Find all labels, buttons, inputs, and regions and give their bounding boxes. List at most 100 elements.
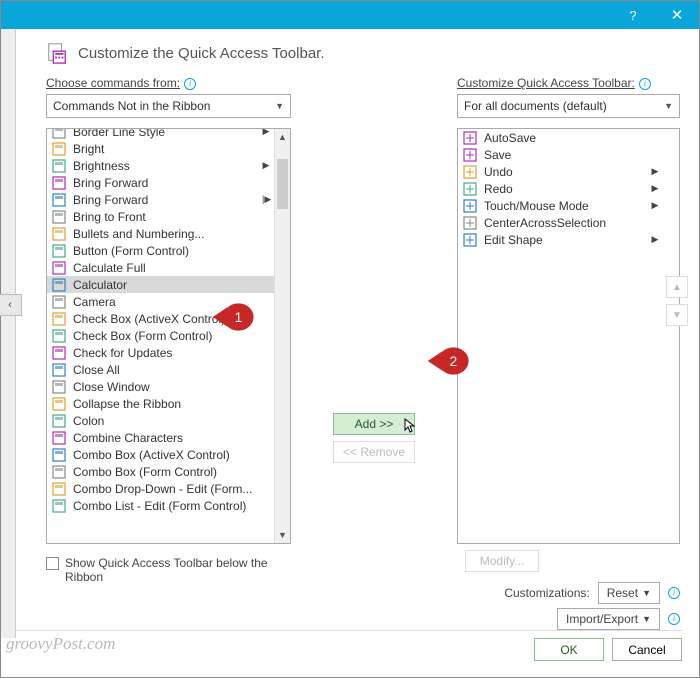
- list-item[interactable]: AutoSave: [458, 129, 663, 146]
- list-item-label: CenterAcrossSelection: [484, 216, 645, 230]
- command-icon: [51, 430, 67, 446]
- command-icon: [51, 464, 67, 480]
- cursor-icon: [404, 418, 418, 437]
- command-icon: [462, 130, 478, 146]
- chevron-down-icon: ▼: [664, 101, 673, 111]
- add-button[interactable]: Add >>: [333, 413, 415, 435]
- list-item[interactable]: Undo▶: [458, 163, 663, 180]
- category-strip: ‹: [1, 29, 16, 638]
- scroll-up-icon[interactable]: ▲: [275, 129, 290, 145]
- remove-button-label: << Remove: [343, 445, 405, 459]
- list-item[interactable]: Close Window: [47, 378, 274, 395]
- annotation-badge-2: 2: [423, 344, 471, 378]
- help-button[interactable]: ?: [611, 1, 655, 29]
- command-icon: [51, 311, 67, 327]
- list-item-label: Combo Box (ActiveX Control): [73, 448, 256, 462]
- info-icon[interactable]: i: [639, 78, 651, 90]
- list-item-label: Collapse the Ribbon: [73, 397, 256, 411]
- list-item[interactable]: Border Line Style▶: [47, 129, 274, 140]
- list-item[interactable]: Redo▶: [458, 180, 663, 197]
- import-export-button[interactable]: Import/Export▼: [557, 608, 660, 630]
- cancel-button[interactable]: Cancel: [612, 638, 682, 661]
- list-item-label: Touch/Mouse Mode: [484, 199, 645, 213]
- list-item[interactable]: Combine Characters: [47, 429, 274, 446]
- choose-commands-combo[interactable]: Commands Not in the Ribbon ▼: [46, 94, 291, 118]
- command-icon: [51, 379, 67, 395]
- combo-value: Commands Not in the Ribbon: [53, 99, 210, 113]
- list-item[interactable]: Bring to Front: [47, 208, 274, 225]
- command-icon: [51, 413, 67, 429]
- add-button-label: Add >>: [355, 417, 394, 431]
- command-icon: [462, 198, 478, 214]
- list-item-label: Brightness: [73, 159, 256, 173]
- show-qat-label: Show Quick Access Toolbar below the Ribb…: [65, 556, 286, 584]
- scrollbar[interactable]: ▲ ▼: [274, 129, 290, 543]
- list-item[interactable]: Combo List - Edit (Form Control): [47, 497, 274, 514]
- list-item[interactable]: Save: [458, 146, 663, 163]
- commands-listbox[interactable]: Border Line Style▶ Bright Brightness ▶ Bring…: [46, 128, 291, 544]
- move-down-button[interactable]: ▼: [666, 304, 688, 326]
- list-item[interactable]: Edit Shape▶: [458, 231, 663, 248]
- list-item[interactable]: CenterAcrossSelection: [458, 214, 663, 231]
- list-item[interactable]: Calculate Full: [47, 259, 274, 276]
- modify-button: Modify...: [465, 550, 539, 572]
- scroll-down-icon[interactable]: ▼: [275, 527, 290, 543]
- command-icon: [462, 164, 478, 180]
- customizations-label: Customizations:: [504, 586, 589, 600]
- list-item[interactable]: Bring Forward |▶: [47, 191, 274, 208]
- list-item-label: Button (Form Control): [73, 244, 256, 258]
- command-icon: [462, 181, 478, 197]
- list-item-label: Bring Forward: [73, 176, 256, 190]
- submenu-icon: ▶: [651, 234, 659, 245]
- list-item-label: Check for Updates: [73, 346, 256, 360]
- list-item[interactable]: Combo Box (Form Control): [47, 463, 274, 480]
- chevron-down-icon: ▼: [275, 101, 284, 111]
- list-item-label: Calculator: [73, 278, 256, 292]
- command-icon: [51, 362, 67, 378]
- list-item[interactable]: Colon: [47, 412, 274, 429]
- list-item[interactable]: Check for Updates: [47, 344, 274, 361]
- qat-icon: [46, 42, 68, 64]
- list-item-label: AutoSave: [484, 131, 645, 145]
- reset-button[interactable]: Reset▼: [598, 582, 660, 604]
- list-item-label: Bright: [73, 142, 256, 156]
- page-title-text: Customize the Quick Access Toolbar.: [78, 45, 325, 62]
- titlebar: ? ✕: [1, 1, 699, 29]
- list-item[interactable]: Combo Box (ActiveX Control): [47, 446, 274, 463]
- close-button[interactable]: ✕: [655, 1, 699, 29]
- command-icon: [51, 345, 67, 361]
- list-item[interactable]: Collapse the Ribbon: [47, 395, 274, 412]
- command-icon: [51, 396, 67, 412]
- list-item[interactable]: Bright: [47, 140, 274, 157]
- list-item-label: Combine Characters: [73, 431, 256, 445]
- list-item[interactable]: Touch/Mouse Mode▶: [458, 197, 663, 214]
- list-item[interactable]: Bullets and Numbering...: [47, 225, 274, 242]
- list-item[interactable]: Calculator: [47, 276, 274, 293]
- list-item-label: Border Line Style: [73, 129, 256, 139]
- list-item-label: Combo Box (Form Control): [73, 465, 256, 479]
- submenu-icon: |▶: [262, 194, 270, 205]
- list-item-label: Close All: [73, 363, 256, 377]
- customize-qat-combo[interactable]: For all documents (default) ▼: [457, 94, 680, 118]
- submenu-icon: ▶: [651, 166, 659, 177]
- info-icon[interactable]: i: [668, 587, 680, 599]
- scroll-thumb[interactable]: [277, 159, 288, 209]
- show-qat-below-checkbox[interactable]: Show Quick Access Toolbar below the Ribb…: [46, 556, 286, 584]
- qat-listbox[interactable]: AutoSaveSaveUndo▶Redo▶Touch/Mouse Mode▶C…: [457, 128, 680, 544]
- submenu-icon: ▶: [262, 160, 270, 171]
- info-icon[interactable]: i: [184, 78, 196, 90]
- list-item[interactable]: Combo Drop-Down - Edit (Form...: [47, 480, 274, 497]
- command-icon: [51, 294, 67, 310]
- list-item-label: Bring Forward: [73, 193, 256, 207]
- ok-button[interactable]: OK: [534, 638, 604, 661]
- move-up-button[interactable]: ▲: [666, 276, 688, 298]
- pager-left-icon[interactable]: ‹: [0, 294, 22, 316]
- list-item[interactable]: Close All: [47, 361, 274, 378]
- info-icon[interactable]: i: [668, 613, 680, 625]
- list-item[interactable]: Button (Form Control): [47, 242, 274, 259]
- list-item[interactable]: Bring Forward: [47, 174, 274, 191]
- command-icon: [51, 277, 67, 293]
- list-item[interactable]: Brightness ▶: [47, 157, 274, 174]
- list-item-label: Bullets and Numbering...: [73, 227, 256, 241]
- checkbox-icon: [46, 557, 59, 570]
